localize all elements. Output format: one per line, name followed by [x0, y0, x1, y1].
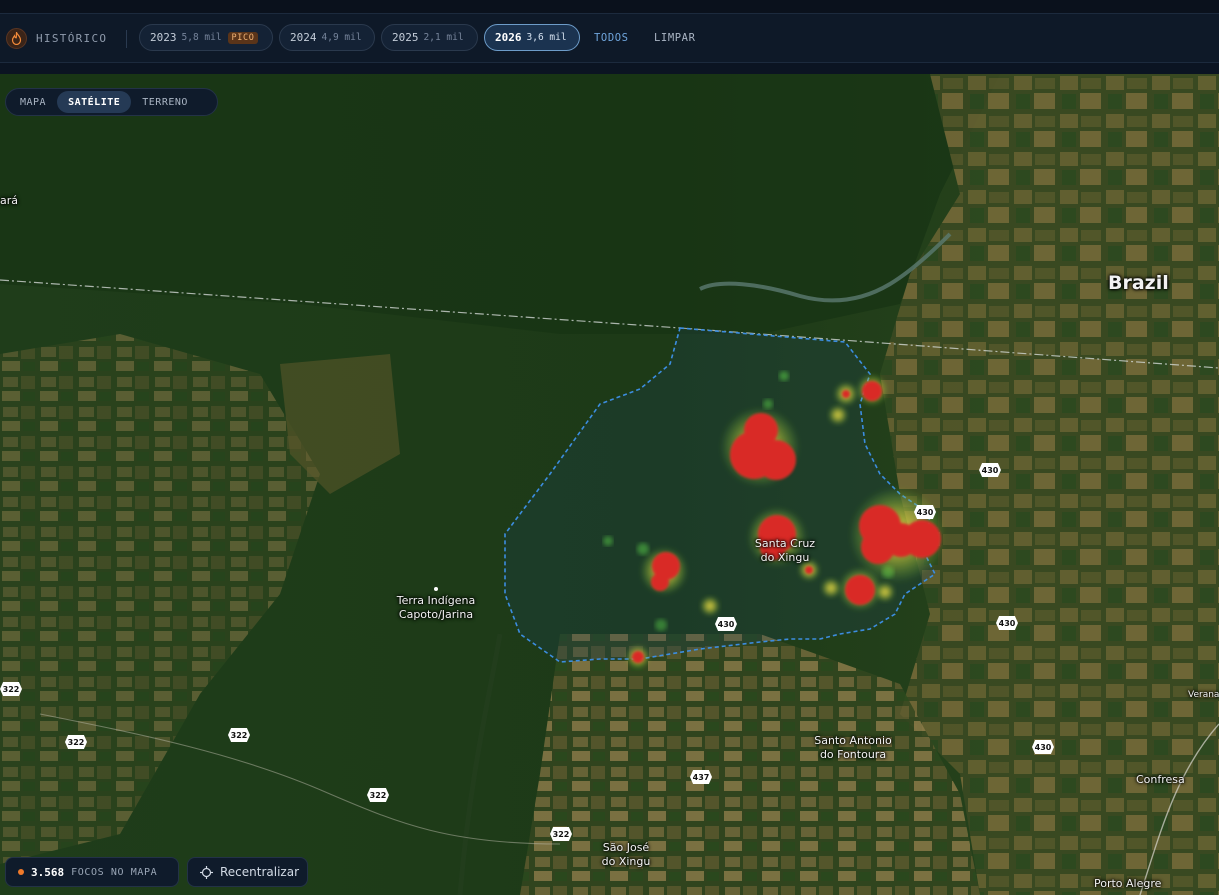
map-label-brazil: Brazil [1108, 272, 1169, 294]
flame-icon [6, 27, 27, 49]
road-shield-322: 322 [550, 827, 572, 841]
year-label: 2024 [290, 31, 317, 44]
label-line-2: do Xingu [760, 551, 810, 564]
history-label: HISTÓRICO [36, 31, 108, 45]
map-label-porto-alegre: Porto Alegre [1094, 877, 1162, 890]
map-label-santo-antonio: Santo Antonio do Fontoura [809, 734, 897, 762]
road-shield-322: 322 [367, 788, 389, 802]
place-dot-icon [434, 587, 438, 591]
map-type-toggle: MAPA SATÉLITE TERRENO [5, 88, 218, 116]
map-type-terreno[interactable]: TERRENO [131, 91, 199, 113]
label-line-1: Santa Cruz [754, 537, 816, 550]
map-type-satelite[interactable]: SATÉLITE [57, 91, 132, 113]
all-years-button[interactable]: TODOS [594, 24, 629, 51]
label-line-1: Terra Indígena [396, 594, 476, 607]
recenter-label: Recentralizar [220, 865, 300, 879]
map-type-mapa[interactable]: MAPA [9, 91, 57, 113]
year-label: 2023 [150, 31, 177, 44]
label-line-2: Capoto/Jarina [398, 608, 474, 621]
label-line-1: São José [602, 841, 650, 854]
year-count: 2,1 mil [423, 32, 464, 43]
road-shield-322: 322 [228, 728, 250, 742]
road-shield-430: 430 [979, 463, 1001, 477]
label-line-1: Santo Antonio [814, 734, 892, 747]
focos-label: FOCOS NO MAPA [71, 866, 158, 878]
crosshair-icon [200, 865, 213, 879]
year-chip-2025[interactable]: 2025 2,1 mil [381, 24, 478, 51]
label-line-2: do Fontoura [819, 748, 887, 761]
road-shield-430: 430 [914, 505, 936, 519]
road-shield-322: 322 [0, 682, 22, 696]
peak-badge: PICO [227, 31, 259, 44]
history-header: HISTÓRICO [6, 26, 107, 50]
map-label-terra-indigena: Terra Indígena Capoto/Jarina [396, 587, 476, 622]
recenter-button[interactable]: Recentralizar [187, 857, 308, 887]
history-toolbar: HISTÓRICO 2023 5,8 mil PICO 2024 4,9 mil… [0, 13, 1219, 63]
year-count: 5,8 mil [181, 32, 222, 43]
year-label: 2025 [392, 31, 419, 44]
focos-count: 3.568 [31, 865, 65, 879]
map-canvas [0, 74, 1219, 895]
top-strip [0, 0, 1219, 13]
road-shield-430: 430 [1032, 740, 1054, 754]
road-shield-430: 430 [996, 616, 1018, 630]
road-shield-430: 430 [715, 617, 737, 631]
fire-dot-icon [18, 869, 24, 875]
map-label-verana: Verana [1188, 690, 1219, 700]
year-count: 3,6 mil [526, 32, 567, 43]
road-shield-322: 322 [65, 735, 87, 749]
satellite-map[interactable]: ará Brazil Terra Indígena Capoto/Jarina … [0, 74, 1219, 895]
year-count: 4,9 mil [321, 32, 362, 43]
map-label-confresa: Confresa [1136, 773, 1185, 786]
year-chip-2023[interactable]: 2023 5,8 mil PICO [139, 24, 273, 51]
year-chip-2024[interactable]: 2024 4,9 mil [279, 24, 375, 51]
toolbar-divider [126, 30, 127, 48]
label-line-2: do Xingu [601, 855, 651, 868]
year-chip-2026[interactable]: 2026 3,6 mil [484, 24, 580, 51]
road-shield-437: 437 [690, 770, 712, 784]
focos-counter: 3.568 FOCOS NO MAPA [5, 857, 179, 887]
map-label-sao-jose: São José do Xingu [596, 841, 656, 869]
year-label: 2026 [495, 31, 522, 44]
clear-button[interactable]: LIMPAR [654, 24, 696, 51]
map-label-santa-cruz: Santa Cruz do Xingu [752, 537, 818, 565]
map-label-para: ará [0, 194, 19, 207]
